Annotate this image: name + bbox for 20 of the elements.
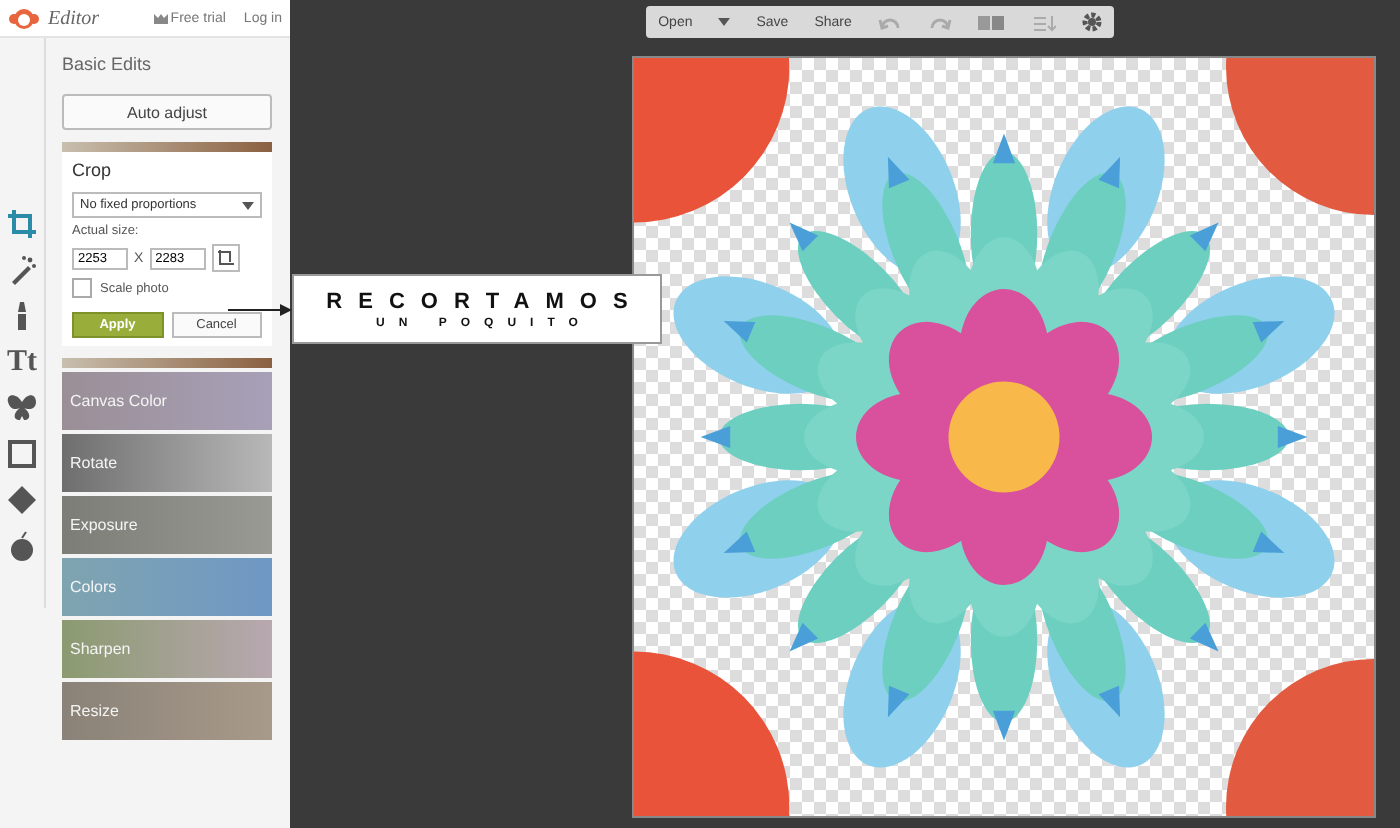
dropdown-caret-icon [242,201,254,209]
frame-tool-icon[interactable] [6,438,38,470]
crown-icon [154,13,169,23]
effect-tile[interactable]: Exposure [62,496,272,554]
crop-tool-icon[interactable] [6,208,38,240]
crop-title: Crop [72,160,114,180]
pointer-arrow [228,303,292,315]
apple-tool-icon[interactable] [6,530,38,562]
butterfly-tool-icon[interactable] [6,392,38,424]
settings-icon[interactable] [1081,12,1102,32]
brand-name: Editor [48,7,100,29]
swap-dimensions-icon[interactable] [211,244,240,272]
callout-title: RECORTAMOS [324,289,644,313]
scale-photo-checkbox[interactable] [72,278,92,298]
text-tool[interactable]: Tt [7,346,37,378]
pattern-tool-icon[interactable] [6,484,38,516]
panel-title: Basic Edits [62,54,154,74]
auto-adjust-button[interactable]: Auto adjust [62,94,272,130]
open-caret-icon[interactable] [718,18,731,26]
effect-tile[interactable]: Rotate [62,434,272,492]
